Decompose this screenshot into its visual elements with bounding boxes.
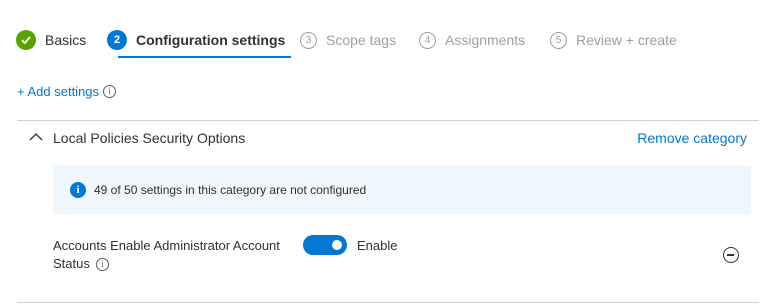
remove-setting-icon[interactable] <box>723 247 739 263</box>
banner-message: 49 of 50 settings in this category are n… <box>94 183 367 197</box>
step-review-create[interactable]: 5 Review + create <box>550 28 677 52</box>
step-label: Configuration settings <box>136 32 286 48</box>
step-assignments[interactable]: 4 Assignments <box>419 28 525 52</box>
step-label: Review + create <box>576 32 677 48</box>
toggle-state-label: Enable <box>357 238 398 253</box>
checkmark-icon <box>16 30 36 50</box>
remove-category-link[interactable]: Remove category <box>637 130 747 146</box>
configuration-page: Basics 2 Configuration settings 3 Scope … <box>0 0 760 306</box>
info-banner: i 49 of 50 settings in this category are… <box>53 165 751 214</box>
toggle-knob <box>332 240 342 250</box>
add-settings-link[interactable]: + Add settings <box>17 84 99 99</box>
current-step-indicator <box>118 56 291 58</box>
add-settings-row: + Add settings i <box>17 82 117 100</box>
step-number-circle: 3 <box>300 31 317 49</box>
setting-label: Accounts Enable Administrator Account St… <box>53 237 293 273</box>
step-label: Scope tags <box>326 32 397 48</box>
divider <box>17 302 759 303</box>
step-basics[interactable]: Basics <box>16 28 86 52</box>
step-number-badge: 2 <box>107 30 127 50</box>
step-label: Assignments <box>445 32 526 48</box>
chevron-up-icon[interactable] <box>29 132 43 142</box>
step-number-circle: 4 <box>419 31 436 49</box>
step-number-circle: 5 <box>550 31 567 49</box>
setting-name-text: Accounts Enable Administrator Account St… <box>53 238 280 271</box>
step-configuration-settings[interactable]: 2 Configuration settings <box>107 28 285 52</box>
category-title: Local Policies Security Options <box>53 130 246 146</box>
enable-toggle[interactable] <box>303 235 347 255</box>
step-scope-tags[interactable]: 3 Scope tags <box>300 28 396 52</box>
info-icon[interactable]: i <box>103 84 117 98</box>
step-label: Basics <box>45 32 87 48</box>
category-header: Local Policies Security Options Remove c… <box>17 121 759 155</box>
info-icon[interactable]: i <box>95 258 109 272</box>
info-icon: i <box>70 182 86 198</box>
